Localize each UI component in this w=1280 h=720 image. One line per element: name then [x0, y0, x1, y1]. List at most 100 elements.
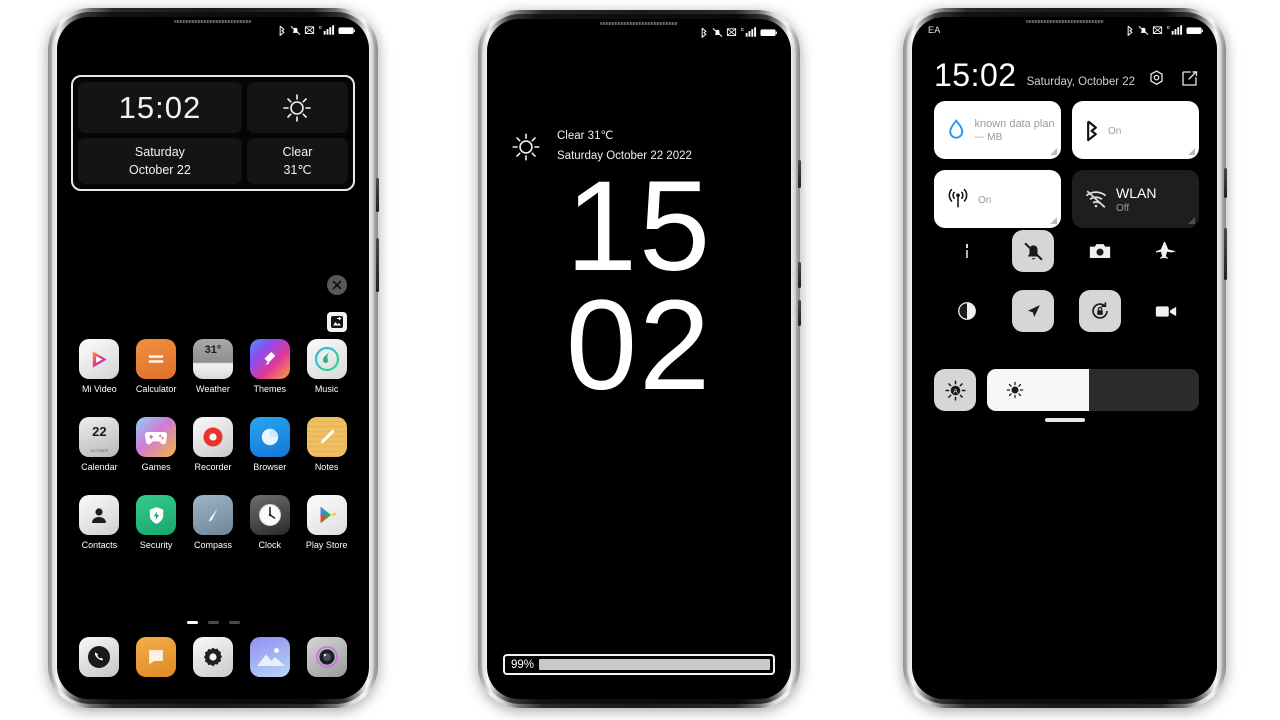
- app-clock[interactable]: Clock: [245, 495, 295, 550]
- app-recorder[interactable]: Recorder: [188, 417, 238, 472]
- dock-item-camera[interactable]: [302, 637, 352, 677]
- signal-bars-icon: E: [1167, 25, 1182, 35]
- page-dot[interactable]: [186, 621, 198, 624]
- phone-icon: [79, 637, 120, 677]
- phone3-screen: EA E 15:02 Saturday, October 22 known da…: [912, 17, 1217, 699]
- tile-data-plan[interactable]: known data plan --- MB: [934, 101, 1061, 159]
- clock-weather-widget[interactable]: 15:02 Saturday October 22 Clear 31℃: [71, 75, 355, 191]
- app-calendar[interactable]: 22 OCTOBER Calendar: [74, 417, 124, 472]
- brightness-slider[interactable]: [987, 369, 1199, 411]
- weather-icon: 31°: [192, 339, 233, 379]
- security-icon: [136, 495, 177, 535]
- widget-time-tile[interactable]: 15:02: [78, 82, 242, 133]
- mi-video-icon: [79, 339, 120, 379]
- location-arrow-icon: [1027, 304, 1040, 317]
- earpiece-speaker: [600, 22, 678, 25]
- app-play-store[interactable]: Play Store: [302, 495, 352, 550]
- widget-weather-icon-tile[interactable]: [246, 82, 348, 133]
- app-label: Calculator: [135, 384, 177, 394]
- tile-subtitle: Off: [1116, 202, 1130, 214]
- settings-gear-icon[interactable]: [1147, 69, 1166, 88]
- app-row: Contacts Security Compass Clock Play Sto…: [57, 495, 369, 550]
- power-button[interactable]: [1224, 168, 1227, 198]
- dock-item-gallery[interactable]: [245, 637, 295, 677]
- clock-icon: [249, 495, 290, 535]
- compass-icon: [192, 495, 233, 535]
- bluetooth-icon: [701, 27, 707, 38]
- screenshot-stage: E 15:02 Saturday October 22 Clear 31℃ Mi…: [0, 0, 1280, 720]
- app-label: Themes: [253, 384, 287, 394]
- mobile-data-icon: [948, 188, 968, 208]
- app-games[interactable]: Games: [131, 417, 181, 472]
- page-dot[interactable]: [228, 621, 240, 624]
- tile-subtitle: On: [978, 194, 992, 206]
- sun-icon: [512, 133, 540, 161]
- tile-mobile-data[interactable]: On: [934, 170, 1061, 228]
- app-label: Games: [141, 462, 171, 472]
- close-icon[interactable]: [327, 275, 347, 295]
- widget-date-tile[interactable]: Saturday October 22: [78, 138, 242, 184]
- dock: [57, 637, 369, 677]
- widget-condition-tile[interactable]: Clear 31℃: [246, 138, 348, 184]
- tile-expand-corner[interactable]: [1050, 148, 1057, 155]
- camera-icon: [1089, 244, 1110, 259]
- cc-date: Saturday, October 22: [1026, 76, 1136, 88]
- app-weather[interactable]: 31° Weather: [188, 339, 238, 394]
- auto-brightness-button[interactable]: A: [934, 369, 976, 411]
- app-contacts[interactable]: Contacts: [74, 495, 124, 550]
- widget-condition: Clear: [282, 144, 313, 159]
- tile-bluetooth[interactable]: On: [1072, 101, 1199, 159]
- app-mi-video[interactable]: Mi Video: [74, 339, 124, 394]
- messages-icon: [136, 637, 177, 677]
- app-notes[interactable]: Notes: [302, 417, 352, 472]
- dock-item-phone[interactable]: [74, 637, 124, 677]
- toggle-screen-recorder[interactable]: [1133, 290, 1199, 332]
- volume-button[interactable]: [376, 238, 379, 292]
- dock-item-messages[interactable]: [131, 637, 181, 677]
- app-label: Music: [314, 384, 339, 394]
- app-label: Clock: [258, 540, 282, 550]
- drag-handle[interactable]: [1044, 418, 1085, 422]
- earpiece-speaker: [174, 20, 252, 23]
- calendar-icon: 22 OCTOBER: [79, 417, 120, 457]
- volume-down-button[interactable]: [798, 300, 801, 326]
- toggle-flashlight[interactable]: [934, 230, 1000, 272]
- app-label: Play Store: [305, 540, 348, 550]
- volume-button[interactable]: [1224, 228, 1227, 280]
- aod-clock-minutes: 02: [565, 274, 713, 418]
- toggle-location[interactable]: [1000, 290, 1066, 332]
- power-button[interactable]: [376, 178, 379, 212]
- toggle-screenshot[interactable]: [1067, 230, 1133, 272]
- app-security[interactable]: Security: [131, 495, 181, 550]
- tile-expand-corner[interactable]: [1188, 148, 1195, 155]
- edit-icon[interactable]: [1180, 69, 1199, 88]
- toggle-rotation-lock[interactable]: [1067, 290, 1133, 332]
- earpiece-speaker: [1025, 20, 1104, 23]
- app-label: Contacts: [81, 540, 118, 550]
- control-center-header: 15:02 Saturday, October 22: [934, 59, 1199, 91]
- phone1-screen: E 15:02 Saturday October 22 Clear 31℃ Mi…: [57, 17, 369, 699]
- dock-item-settings[interactable]: [188, 637, 238, 677]
- save-image-icon[interactable]: [327, 312, 347, 332]
- app-browser[interactable]: Browser: [245, 417, 295, 472]
- app-compass[interactable]: Compass: [188, 495, 238, 550]
- toggle-silent-mode[interactable]: [1000, 230, 1066, 272]
- tile-subtitle: On: [1108, 125, 1122, 137]
- mute-bell-icon: [712, 28, 722, 37]
- weather-badge: 31°: [204, 344, 222, 356]
- page-dot[interactable]: [207, 621, 219, 624]
- play-store-icon: [306, 495, 347, 535]
- toggle-airplane-mode[interactable]: [1133, 230, 1199, 272]
- app-music[interactable]: Music: [302, 339, 352, 394]
- app-themes[interactable]: Themes: [245, 339, 295, 394]
- widget-time: 15:02: [118, 90, 202, 125]
- tile-wlan[interactable]: WLAN Off: [1072, 170, 1199, 228]
- toggle-dark-mode[interactable]: [934, 290, 1000, 332]
- games-icon: [136, 417, 177, 457]
- tile-expand-corner[interactable]: [1188, 217, 1195, 224]
- volume-up-button[interactable]: [798, 262, 801, 288]
- tile-expand-corner[interactable]: [1050, 217, 1057, 224]
- power-button[interactable]: [798, 160, 801, 188]
- app-calculator[interactable]: Calculator: [131, 339, 181, 394]
- signal-bars-icon: E: [741, 27, 756, 37]
